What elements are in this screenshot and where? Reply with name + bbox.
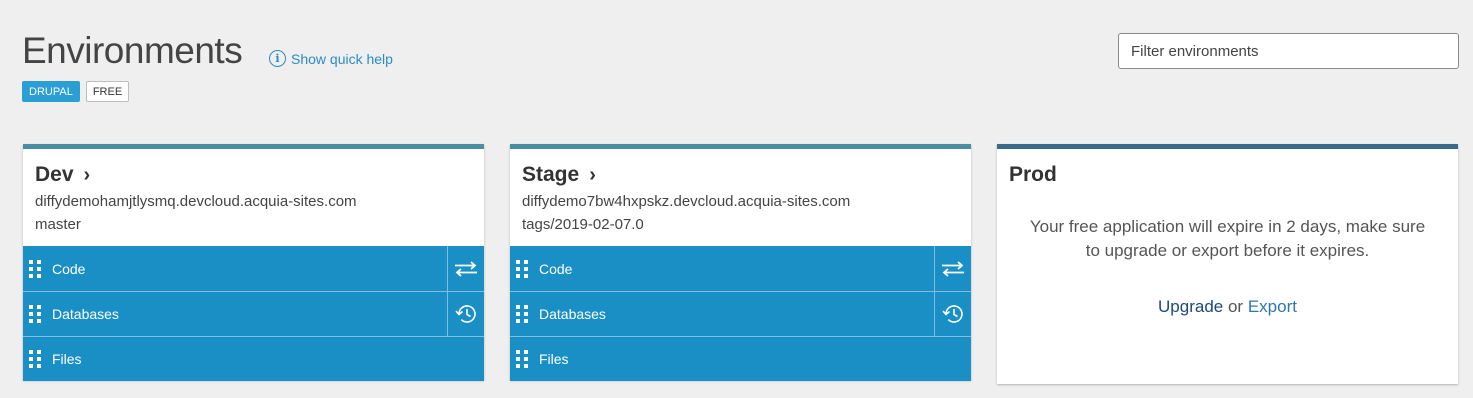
row-label: Code (539, 260, 573, 277)
env-url: diffydemo7bw4hxpskz.devcloud.acquia-site… (522, 193, 851, 210)
history-icon[interactable] (447, 292, 484, 336)
page-title: Environments (22, 30, 243, 71)
history-icon[interactable] (934, 292, 971, 336)
files-section[interactable]: Files (510, 337, 971, 381)
transfer-arrows-icon[interactable] (447, 246, 484, 291)
chevron-right-icon: › (83, 163, 91, 186)
env-card-stage: Stage › diffydemo7bw4hxpskz.devcloud.acq… (510, 144, 971, 381)
drag-handle-icon[interactable] (29, 350, 41, 368)
code-section[interactable]: Code (23, 246, 447, 291)
or-text: or (1227, 297, 1244, 316)
expiry-message: Your free application will expire in 2 d… (1029, 217, 1426, 260)
row-files: Files (510, 336, 971, 381)
row-label: Code (52, 260, 86, 277)
env-url: diffydemohamjtlysmq.devcloud.acquia-site… (35, 193, 357, 210)
drag-handle-icon[interactable] (29, 305, 41, 323)
databases-section[interactable]: Databases (510, 292, 934, 336)
show-quick-help-link[interactable]: i Show quick help (269, 50, 393, 67)
code-section[interactable]: Code (510, 246, 934, 291)
files-section[interactable]: Files (23, 337, 484, 381)
upgrade-link[interactable]: Upgrade (1158, 297, 1223, 316)
transfer-arrows-icon[interactable] (934, 246, 971, 291)
row-label: Databases (52, 306, 119, 322)
drag-handle-icon[interactable] (516, 350, 528, 368)
env-title-stage[interactable]: Stage › (522, 163, 959, 187)
env-name: Prod (1009, 163, 1057, 186)
filter-environments-input[interactable] (1118, 33, 1459, 69)
env-card-dev: Dev › diffydemohamjtlysmq.devcloud.acqui… (23, 144, 484, 381)
row-code: Code (23, 246, 484, 291)
free-badge: FREE (85, 81, 130, 102)
env-branch: tags/2019-02-07.0 (522, 216, 644, 233)
row-databases: Databases (510, 291, 971, 336)
env-name: Dev (35, 163, 74, 186)
row-label: Files (52, 351, 82, 367)
drupal-badge: DRUPAL (22, 81, 80, 102)
app-badges: DRUPAL FREE (22, 81, 130, 102)
row-label: Databases (539, 306, 606, 322)
env-title-dev[interactable]: Dev › (35, 163, 472, 187)
drag-handle-icon[interactable] (516, 305, 528, 323)
databases-section[interactable]: Databases (23, 292, 447, 336)
drag-handle-icon[interactable] (516, 259, 528, 278)
info-icon: i (269, 50, 286, 67)
row-code: Code (510, 246, 971, 291)
quick-help-label: Show quick help (291, 50, 393, 67)
row-label: Files (539, 351, 569, 367)
env-branch: master (35, 216, 81, 233)
row-databases: Databases (23, 291, 484, 336)
env-card-prod: Prod Your free application will expire i… (997, 144, 1458, 384)
env-name: Stage (522, 163, 580, 186)
prod-actions: Upgrade or Export (997, 297, 1458, 317)
chevron-right-icon: › (589, 163, 596, 186)
export-link[interactable]: Export (1248, 297, 1297, 316)
row-files: Files (23, 336, 484, 381)
drag-handle-icon[interactable] (29, 259, 41, 278)
